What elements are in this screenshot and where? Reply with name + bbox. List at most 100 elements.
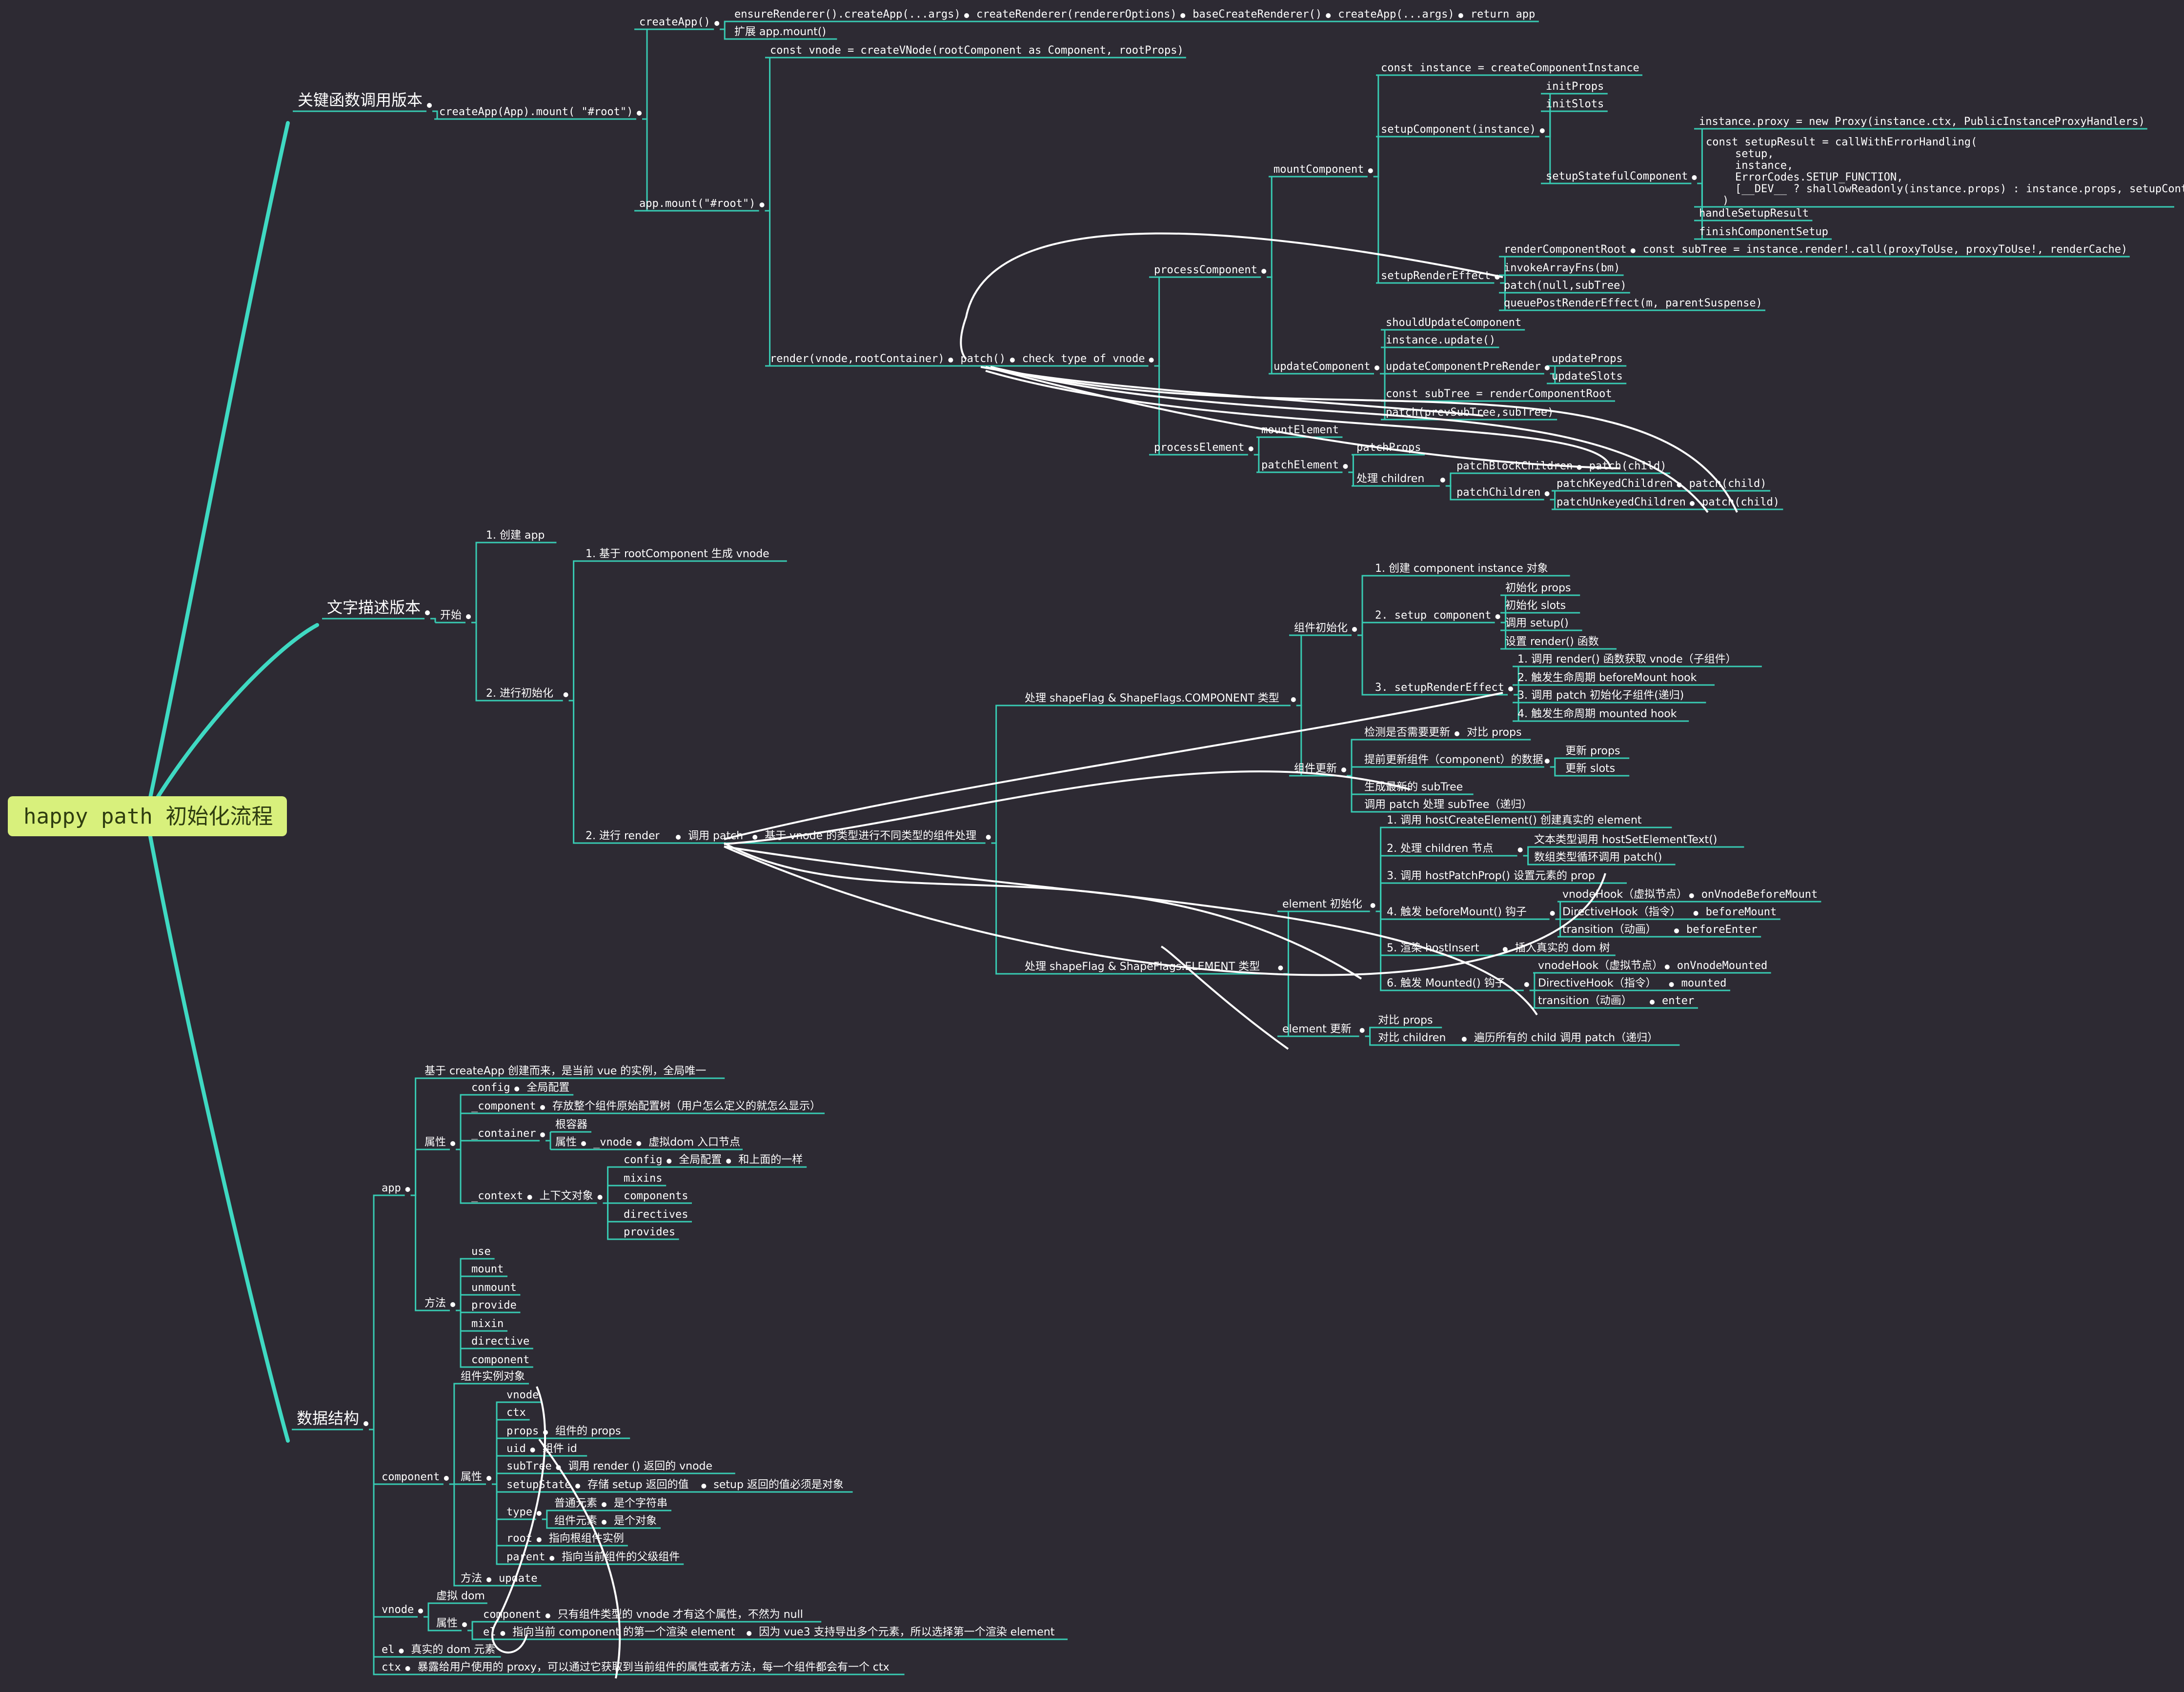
node-da3d[interactable]: provide — [466, 1299, 521, 1313]
node-dx[interactable]: ctx 暴露给用户使用的 proxy，可以通过它获取到当前组件的属性或者方法，每一… — [377, 1661, 905, 1675]
expand-dot[interactable] — [486, 1476, 491, 1481]
expand-dot[interactable] — [563, 692, 568, 697]
node-t1b2[interactable]: 2. 进行 render 调用 patch 基于 vnode 的类型进行不同类型的组… — [581, 830, 986, 844]
node-k1a2[interactable]: 扩展 app.mount() — [729, 26, 837, 40]
node-tci2[interactable]: 2. setup component — [1370, 609, 1495, 624]
node-k[interactable]: 关键函数调用版本 — [293, 91, 426, 112]
node-tci2a[interactable]: 初始化 props — [1500, 582, 1580, 596]
node-dc[interactable]: component — [377, 1471, 444, 1485]
node-mc2c[interactable]: setupStatefulComponent — [1541, 170, 1692, 184]
node-dv2a[interactable]: component 只有组件类型的 vnode 才有这个属性，不然为 null — [478, 1609, 822, 1623]
node-tei6c[interactable]: transition（动画） enter — [1533, 995, 1698, 1009]
node-tei2b[interactable]: 数组类型循环调用 patch() — [1529, 851, 1676, 866]
node-pe2b2[interactable]: patchChildren — [1452, 486, 1544, 501]
root-node[interactable]: happy path 初始化流程 — [8, 796, 287, 836]
node-pe2b2a[interactable]: patchKeyedChildren patch(child) — [1552, 478, 1770, 492]
node-da2b[interactable]: _component 存放整个组件原始配置树（用户怎么定义的就怎么显示） — [466, 1100, 825, 1114]
node-dc2g[interactable]: type — [502, 1506, 536, 1520]
node-pe[interactable]: processElement — [1149, 442, 1248, 456]
expand-dot[interactable] — [540, 1132, 545, 1137]
node-tei6[interactable]: 6. 触发 Mounted() 钩子 — [1382, 977, 1524, 991]
expand-dot[interactable] — [450, 1141, 455, 1146]
node-da3e[interactable]: mixin — [466, 1318, 507, 1332]
expand-dot[interactable] — [1692, 175, 1697, 180]
node-uc3[interactable]: updateComponentPreRender — [1381, 361, 1544, 375]
node-da1[interactable]: 基于 createApp 创建而来，是当前 vue 的实例，全局唯一 — [420, 1065, 725, 1079]
node-da3c[interactable]: unmount — [466, 1282, 521, 1296]
node-tei2a[interactable]: 文本类型调用 hostSetElementText() — [1529, 834, 1744, 848]
expand-dot[interactable] — [986, 835, 991, 840]
node-teu1[interactable]: 对比 props — [1373, 1014, 1442, 1028]
node-da3b[interactable]: mount — [466, 1263, 507, 1277]
node-dv2[interactable]: 属性 — [431, 1617, 462, 1632]
expand-dot[interactable] — [418, 1609, 423, 1613]
node-da2d3[interactable]: components — [619, 1190, 692, 1204]
expand-dot[interactable] — [1291, 697, 1296, 702]
node-dc2[interactable]: 属性 — [456, 1471, 486, 1485]
node-k1[interactable]: createApp(App).mount( "#root") — [434, 106, 636, 120]
expand-dot[interactable] — [1440, 478, 1445, 483]
node-tci3d[interactable]: 4. 触发生命周期 mounted hook — [1513, 708, 1689, 722]
node-da2d4[interactable]: directives — [619, 1209, 692, 1223]
node-tcu4[interactable]: 调用 patch 处理 subTree（递归） — [1359, 799, 1551, 813]
node-da2d5[interactable]: provides — [619, 1226, 679, 1240]
node-teu2[interactable]: 对比 children 遍历所有的 child 调用 patch（递归） — [1373, 1032, 1680, 1046]
expand-dot[interactable] — [1352, 627, 1357, 632]
node-uc[interactable]: updateComponent — [1269, 361, 1374, 375]
expand-dot[interactable] — [1359, 1028, 1365, 1033]
expand-dot[interactable] — [1261, 269, 1267, 274]
node-tci3b[interactable]: 2. 触发生命周期 beforeMount hook — [1513, 672, 1715, 686]
node-uc2[interactable]: instance.update() — [1381, 334, 1499, 348]
node-uc1[interactable]: shouldUpdateComponent — [1381, 317, 1525, 331]
node-mc2[interactable]: setupComponent(instance) — [1376, 123, 1539, 138]
node-da3f[interactable]: directive — [466, 1335, 533, 1350]
expand-dot[interactable] — [536, 1511, 542, 1516]
expand-dot[interactable] — [1248, 446, 1254, 451]
node-dc2a[interactable]: vnode — [502, 1389, 543, 1403]
node-da2d2[interactable]: mixins — [619, 1172, 667, 1187]
node-da2d1[interactable]: config 全局配置 和上面的一样 — [619, 1154, 807, 1168]
node-mc[interactable]: mountComponent — [1269, 163, 1368, 178]
expand-dot[interactable] — [759, 202, 765, 207]
expand-dot[interactable] — [1544, 365, 1550, 370]
expand-dot[interactable] — [1370, 903, 1375, 908]
node-tei6b[interactable]: DirectiveHook（指令） mounted — [1533, 977, 1730, 991]
node-tei4b[interactable]: DirectiveHook（指令） beforeMount — [1557, 906, 1780, 920]
node-t1b[interactable]: 2. 进行初始化 — [481, 687, 563, 702]
node-k1b1[interactable]: const vnode = createVNode(rootComponent … — [765, 44, 1186, 59]
node-dc2f[interactable]: setupState 存储 setup 返回的值 setup 返回的值必须是对象 — [502, 1479, 853, 1493]
node-t1[interactable]: 开始 — [435, 609, 465, 624]
expand-dot[interactable] — [1524, 982, 1529, 987]
node-mc3a[interactable]: renderComponentRoot const subTree = insta… — [1499, 243, 2130, 258]
node-tcu3[interactable]: 生成最新的 subTree — [1359, 781, 1474, 795]
expand-dot[interactable] — [1508, 686, 1513, 691]
node-uc4[interactable]: const subTree = renderComponentRoot — [1381, 388, 1615, 402]
node-tei6a[interactable]: vnodeHook（虚拟节点） onVnodeMounted — [1533, 960, 1771, 974]
node-mc2c1[interactable]: instance.proxy = new Proxy(instance.ctx,… — [1694, 116, 2147, 130]
node-da2c1[interactable]: 根容器 — [550, 1119, 591, 1133]
node-dv2b[interactable]: el 指向当前 component 的第一个渲染 element 因为 vue3 支… — [478, 1626, 1068, 1640]
node-pe2b2c[interactable]: patchUnkeyedChildren patch(child) — [1552, 496, 1783, 510]
node-tci3[interactable]: 3. setupRenderEffect — [1370, 682, 1508, 696]
node-tci3c[interactable]: 3. 调用 patch 初始化子组件(递归) — [1513, 689, 1706, 704]
node-da3[interactable]: 方法 — [420, 1297, 450, 1311]
expand-dot[interactable] — [462, 1622, 467, 1627]
expand-dot[interactable] — [444, 1476, 449, 1481]
node-mc3c[interactable]: patch(null,subTree) — [1499, 280, 1630, 294]
node-d[interactable]: 数据结构 — [292, 1409, 363, 1430]
node-mc3b[interactable]: invokeArrayFns(bm) — [1499, 262, 1624, 276]
node-uc3b[interactable]: updateSlots — [1547, 370, 1627, 384]
node-dc2c[interactable]: props 组件的 props — [502, 1425, 630, 1439]
node-mc2b[interactable]: initSlots — [1541, 98, 1608, 112]
expand-dot[interactable] — [1343, 464, 1348, 469]
node-tei[interactable]: element 初始化 — [1277, 898, 1370, 912]
expand-dot[interactable] — [364, 1421, 368, 1426]
expand-dot[interactable] — [427, 103, 432, 108]
expand-dot[interactable] — [1368, 168, 1373, 173]
node-mc2c4[interactable]: finishComponentSetup — [1694, 226, 1832, 240]
node-dc2e[interactable]: subTree 调用 render () 返回的 vnode — [502, 1460, 735, 1474]
node-tci3a[interactable]: 1. 调用 render() 函数获取 vnode（子组件） — [1513, 653, 1762, 667]
node-mc2c3[interactable]: handleSetupResult — [1694, 207, 1813, 222]
expand-dot[interactable] — [597, 1195, 603, 1200]
node-da2c[interactable]: _container — [466, 1128, 540, 1142]
